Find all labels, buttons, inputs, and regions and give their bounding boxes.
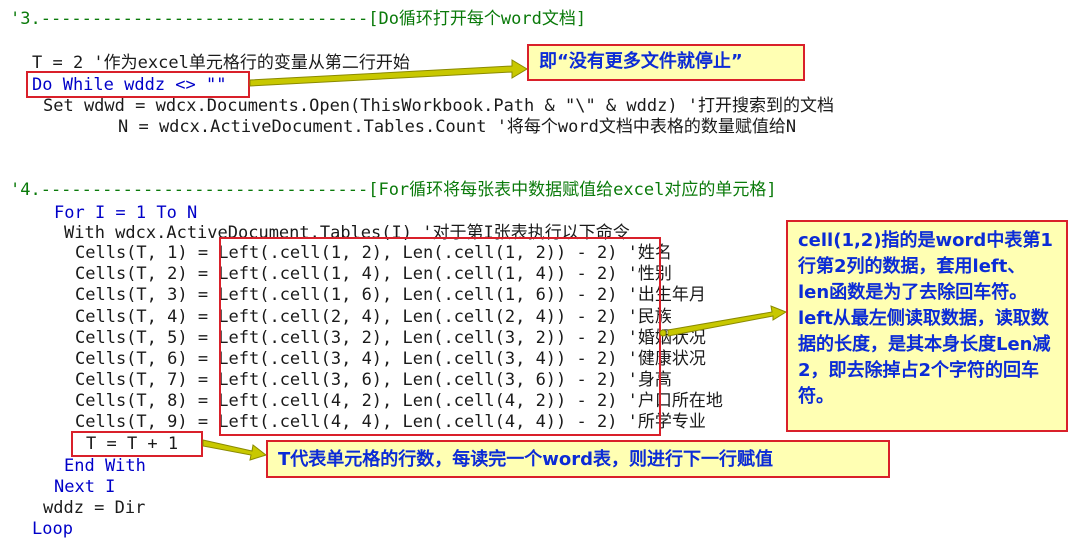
code-line-next: Next I [54,477,116,497]
code-line-for: For I = 1 To N [54,203,198,223]
cell-explanation-callout: cell(1,2)指的是word中表第1行第2列的数据，套用left、len函数… [786,220,1068,432]
code-line-set-wdwd: Set wdwd = wdcx.Documents.Open(ThisWorkb… [43,96,835,116]
code-line-end-with: End With [64,456,146,476]
do-while-callout: 即“没有更多文件就停止” [527,44,805,81]
do-while-highlight-box [26,71,250,98]
t-increment-highlight-box [71,431,203,457]
t-row-callout: T代表单元格的行数，每读完一个word表，则进行下一行赋值 [266,440,890,478]
do-while-callout-text: 即“没有更多文件就停止” [539,51,743,72]
code-line-loop: Loop [32,519,73,539]
cell-explanation-callout-text: cell(1,2)指的是word中表第1行第2列的数据，套用left、len函数… [798,230,1053,407]
t-row-callout-text: T代表单元格的行数，每读完一个word表，则进行下一行赋值 [278,449,774,470]
code-line-dir: wddz = Dir [43,498,146,518]
code-line-n-count: N = wdcx.ActiveDocument.Tables.Count '将每… [118,117,797,137]
code-line-section4-header: '4.--------------------------------[For循… [10,180,777,200]
cells-highlight-box [219,237,661,436]
code-line-section3-header: '3.--------------------------------[Do循环… [10,9,587,29]
